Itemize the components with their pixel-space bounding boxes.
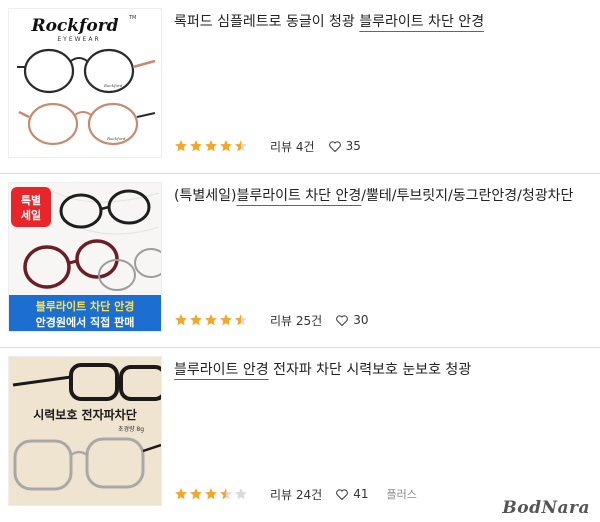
rating-stars	[174, 139, 248, 153]
star-full-icon	[175, 314, 187, 326]
star-full-icon	[175, 488, 187, 500]
star-full-icon	[205, 314, 217, 326]
promo-subline: 초경량 8g	[118, 426, 144, 433]
star-full-icon	[190, 140, 202, 152]
plus-label: 플러스	[386, 488, 417, 501]
star-full-icon	[205, 488, 217, 500]
svg-text:Rockford: Rockford	[106, 136, 126, 141]
sale-badge-line1: 특별	[21, 194, 41, 207]
product-thumbnail[interactable]: Rockford TM EYEWEAR Rockford Rockford	[8, 8, 162, 158]
star-full-icon	[190, 314, 202, 326]
product-item-3[interactable]: 시력보호 전자파차단 초경량 8g 블루라이트 안경 전자파 차단 시력보호 눈…	[0, 348, 600, 521]
star-empty-icon	[235, 488, 247, 500]
product-meta: 리뷰 4건 35	[174, 136, 379, 156]
glasses-image: 시력보호 전자파차단 초경량 8g	[9, 357, 161, 505]
like-button[interactable]: 30	[336, 313, 369, 327]
sale-badge-line2: 세일	[21, 208, 41, 222]
review-count[interactable]: 리뷰 25건	[270, 312, 322, 329]
product-thumbnail[interactable]: 특별 세일 블루라이트 차단 안경 안경원에서 직접 판매	[8, 182, 162, 332]
banner-line2: 안경원에서 직접 판매	[36, 315, 135, 329]
star-full-icon	[175, 140, 187, 152]
svg-text:Rockford: Rockford	[103, 83, 123, 88]
star-full-icon	[220, 140, 232, 152]
rating-stars	[174, 313, 248, 327]
star-full-icon	[220, 314, 232, 326]
product-meta: 리뷰 25건 30	[174, 310, 387, 330]
review-count[interactable]: 리뷰 4건	[270, 138, 315, 155]
brand-sub: EYEWEAR	[57, 36, 100, 43]
product-item-1[interactable]: Rockford TM EYEWEAR Rockford Rockford 록퍼…	[0, 0, 600, 173]
heart-icon	[328, 140, 341, 152]
banner-line1: 블루라이트 차단 안경	[36, 299, 135, 313]
product-item-2[interactable]: 특별 세일 블루라이트 차단 안경 안경원에서 직접 판매 (특별세일)블루라이…	[0, 174, 600, 347]
star-full-icon	[205, 140, 217, 152]
brand-logo: Rockford	[30, 16, 118, 36]
product-title[interactable]: 록퍼드 심플레트로 동글이 청광 블루라이트 차단 안경	[174, 12, 594, 32]
glasses-image: 특별 세일 블루라이트 차단 안경 안경원에서 직접 판매	[9, 183, 161, 331]
star-half-icon	[235, 140, 247, 152]
svg-text:TM: TM	[128, 15, 136, 21]
star-half-icon	[235, 314, 247, 326]
glasses-image: Rockford TM EYEWEAR Rockford Rockford	[9, 9, 161, 157]
product-title[interactable]: (특별세일)블루라이트 차단 안경/뿔테/투브릿지/동그란안경/청광차단	[174, 186, 594, 206]
like-count: 30	[353, 313, 369, 327]
watermark: BodNara	[502, 498, 590, 518]
like-count: 35	[345, 139, 361, 153]
review-count[interactable]: 리뷰 24건	[270, 486, 322, 503]
heart-icon	[336, 488, 349, 500]
like-button[interactable]: 41	[336, 487, 369, 501]
rating-stars	[174, 487, 248, 501]
product-meta: 리뷰 24건 41 플러스	[174, 484, 417, 504]
product-thumbnail[interactable]: 시력보호 전자파차단 초경량 8g	[8, 356, 162, 506]
product-title[interactable]: 블루라이트 안경 전자파 차단 시력보호 눈보호 청광	[174, 360, 594, 380]
like-button[interactable]: 35	[328, 139, 361, 153]
promo-headline: 시력보호 전자파차단	[33, 407, 137, 422]
like-count: 41	[353, 487, 369, 501]
star-half-icon	[220, 488, 232, 500]
heart-icon	[336, 314, 349, 326]
star-full-icon	[190, 488, 202, 500]
